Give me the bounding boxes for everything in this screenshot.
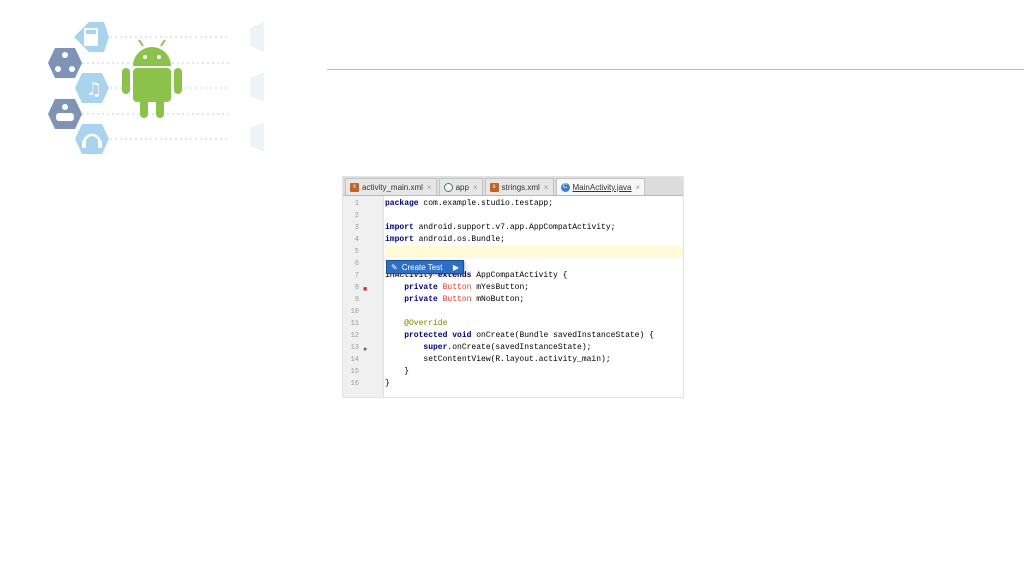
tab-label: activity_main.xml: [362, 182, 423, 192]
header-divider: [327, 69, 1024, 70]
code-text: setContentView(R.layout.activity_main);: [385, 355, 611, 364]
code-line[interactable]: 5: [355, 246, 683, 258]
code-text: import android.os.Bundle;: [385, 235, 506, 244]
code-text: super.onCreate(savedInstanceState);: [423, 343, 592, 352]
svg-text:♫: ♫: [86, 79, 102, 100]
code-line[interactable]: 13 super.onCreate(savedInstanceState);: [351, 342, 683, 354]
code-area[interactable]: 1 package com.example.studio.testapp; 2 3 im…: [351, 196, 683, 397]
line-number: 7: [354, 272, 359, 280]
line-number: 4: [354, 236, 359, 244]
code-text: package com.example.studio.testapp;: [385, 199, 554, 208]
code-line[interactable]: 8 private Button mYesButton;: [355, 282, 683, 294]
tab-strings-xml[interactable]: x strings.xml ×: [484, 178, 554, 195]
tab-activity-main-xml[interactable]: x activity_main.xml ×: [345, 178, 437, 195]
module-icon: [443, 182, 453, 192]
code-text: private Button mNoButton;: [404, 295, 525, 304]
close-icon[interactable]: ×: [544, 183, 549, 192]
code-line[interactable]: 1 package com.example.studio.testapp;: [355, 198, 683, 210]
code-line[interactable]: 9 private Button mNoButton;: [355, 294, 683, 306]
tab-label: strings.xml: [501, 182, 540, 192]
line-number: 5: [354, 248, 359, 256]
line-number: 2: [354, 212, 359, 220]
pencil-icon: ✎: [391, 263, 398, 272]
line-number: 14: [350, 356, 359, 364]
code-text: private Button mYesButton;: [404, 283, 530, 292]
close-icon[interactable]: ×: [473, 183, 478, 192]
xml-file-icon: x: [489, 182, 499, 192]
decorative-graphic: ♫: [48, 22, 264, 154]
line-number: 12: [350, 332, 359, 340]
code-text: import android.support.v7.app.AppCompatA…: [385, 223, 616, 232]
line-number: 9: [354, 296, 359, 304]
group-icon: [48, 99, 82, 129]
tab-main-activity-java[interactable]: C MainActivity.java ×: [555, 178, 646, 195]
code-line[interactable]: 4 import android.os.Bundle;: [355, 234, 683, 246]
create-test-popup[interactable]: ✎ Create Test ▶: [386, 260, 464, 274]
tab-label: MainActivity.java: [572, 182, 632, 192]
override-marker-icon: ●: [363, 346, 368, 353]
code-line[interactable]: 14 setContentView(R.layout.activity_main…: [351, 354, 683, 366]
code-line[interactable]: 3 import android.support.v7.app.AppCompat…: [355, 222, 683, 234]
code-text: }: [385, 379, 390, 388]
line-number: 1: [354, 200, 359, 208]
line-number: 6: [354, 260, 359, 268]
calculator-icon: [74, 22, 109, 52]
close-icon[interactable]: ×: [636, 183, 641, 192]
code-line[interactable]: 10: [351, 306, 683, 318]
editor-tab-bar: x activity_main.xml × app × x strings.xm…: [343, 177, 683, 196]
code-text: @Override: [404, 319, 448, 328]
xml-file-icon: x: [350, 182, 359, 192]
code-line[interactable]: 16}: [351, 378, 683, 390]
create-test-label: Create Test: [401, 263, 443, 272]
headphones-icon: [75, 124, 109, 154]
line-number: 10: [350, 308, 359, 316]
code-text: }: [385, 367, 410, 376]
class-file-icon: C: [560, 182, 570, 192]
class-marker-icon: ■: [363, 286, 368, 293]
code-editor[interactable]: 1 package com.example.studio.testapp; 2 3 im…: [343, 196, 683, 397]
line-number: 16: [350, 380, 359, 388]
code-text: protected void onCreate(Bundle savedInst…: [404, 331, 654, 340]
code-line[interactable]: 12 protected void onCreate(Bundle savedI…: [351, 330, 683, 342]
line-number: 13: [350, 344, 359, 352]
code-line[interactable]: 11 @Override: [351, 318, 683, 330]
line-number: 8: [354, 284, 359, 292]
code-line[interactable]: 15 }: [351, 366, 683, 378]
music-note-icon: ♫: [75, 73, 109, 103]
tab-label: app: [455, 182, 469, 192]
close-icon[interactable]: ×: [427, 183, 432, 192]
line-number: 3: [354, 224, 359, 232]
line-number: 15: [350, 368, 359, 376]
submenu-arrow-icon: ▶: [452, 263, 459, 272]
people-network-icon: [48, 48, 82, 78]
code-line[interactable]: 2: [355, 210, 683, 222]
android-logo-icon: [122, 39, 182, 118]
ide-screenshot: x activity_main.xml × app × x strings.xm…: [342, 176, 684, 398]
tab-app[interactable]: app ×: [438, 178, 483, 195]
line-number: 11: [350, 320, 359, 328]
